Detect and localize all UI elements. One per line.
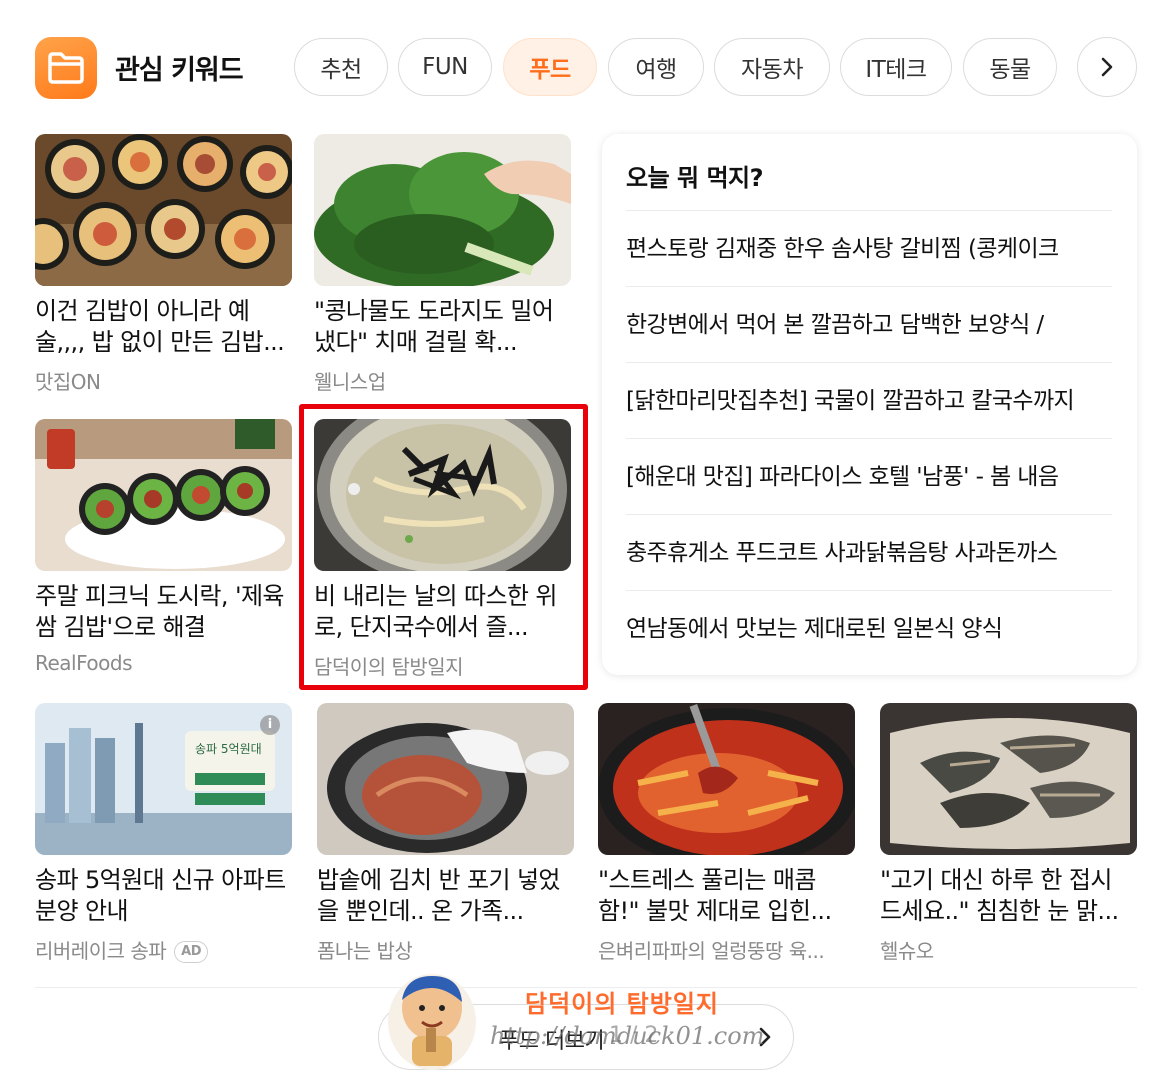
- card-thumbnail: [880, 703, 1137, 855]
- chip-car[interactable]: 자동차: [714, 38, 830, 96]
- chip-food[interactable]: 푸드: [503, 38, 597, 96]
- food-list-panel: 오늘 뭐 먹지? 편스토랑 김재중 한우 솜사탕 갈비찜 (콩케이크 한강변에서…: [602, 134, 1137, 675]
- list-item[interactable]: [해운대 맛집] 파라다이스 호텔 '남풍' - 봄 내음: [626, 438, 1112, 514]
- ad-badge: AD: [174, 941, 209, 963]
- chip-animal[interactable]: 동물: [963, 38, 1057, 96]
- chip-it-tech[interactable]: IT테크: [840, 38, 952, 96]
- list-item[interactable]: 충주휴게소 푸드코트 사과닭볶음탕 사과돈까스: [626, 514, 1112, 590]
- card-title[interactable]: 이건 김밥이 아니라 예술,,,, 밥 없이 만든 김밥...: [35, 296, 292, 358]
- keyword-header: 관심 키워드 추천 FUN 푸드 여행 자동차 IT테크 동물: [0, 0, 1173, 130]
- card-source: 웰니스업: [314, 370, 386, 394]
- card-title[interactable]: 밥솥에 김치 반 포기 넣었을 뿐인데.. 온 가족...: [317, 865, 574, 927]
- chevron-right-icon[interactable]: [1077, 37, 1137, 97]
- list-item[interactable]: 한강변에서 먹어 본 깔끔하고 담백한 보양식 /: [626, 286, 1112, 362]
- highlight-frame: [299, 404, 588, 690]
- list-item[interactable]: [닭한마리맛집추천] 국물이 깔끔하고 칼국수까지: [626, 362, 1112, 438]
- watermark-url: http://damduck01.com: [490, 1022, 765, 1050]
- card-source: 리버레이크 송파 AD: [35, 935, 209, 964]
- watermark-title: 담덕이의 탐방일지: [525, 989, 719, 1018]
- ad-source: 리버레이크 송파: [35, 939, 167, 963]
- card-thumbnail: 송파 5억원대 i: [35, 703, 292, 855]
- card-source: 폼나는 밥상: [317, 939, 413, 963]
- card-thumbnail: [35, 134, 292, 286]
- list-item[interactable]: 편스토랑 김재중 한우 솜사탕 갈비찜 (콩케이크: [626, 210, 1112, 286]
- card-thumbnail: [314, 134, 571, 286]
- chip-recommend[interactable]: 추천: [294, 38, 388, 96]
- card-thumbnail: [35, 419, 292, 571]
- watermark-avatar: [386, 970, 478, 1070]
- card-thumbnail: [598, 703, 855, 855]
- card-thumbnail: [317, 703, 574, 855]
- card-source: 헬슈오: [880, 939, 934, 963]
- chip-travel[interactable]: 여행: [608, 38, 704, 96]
- card-source: 은벼리파파의 얼렁뚱땅 육...: [598, 939, 825, 963]
- card-source: RealFoods: [35, 651, 132, 675]
- chip-fun[interactable]: FUN: [398, 38, 492, 96]
- folder-icon: [35, 37, 97, 99]
- card-title[interactable]: "스트레스 풀리는 매콤함!" 불맛 제대로 입힌...: [598, 865, 855, 927]
- panel-title: 오늘 뭐 먹지?: [626, 164, 764, 192]
- card-source: 맛집ON: [35, 370, 101, 394]
- card-title[interactable]: 주말 피크닉 도시락, '제육쌈 김밥'으로 해결: [35, 581, 292, 643]
- svg-text:송파 5억원대: 송파 5억원대: [195, 742, 262, 756]
- card-title[interactable]: "콩나물도 도라지도 밀어냈다" 치매 걸릴 확...: [314, 296, 571, 358]
- card-title[interactable]: 송파 5억원대 신규 아파트 분양 안내: [35, 865, 292, 927]
- card-title[interactable]: "고기 대신 하루 한 접시 드세요.." 침침한 눈 맑...: [880, 865, 1137, 927]
- list-item[interactable]: 연남동에서 맛보는 제대로된 일본식 양식: [626, 590, 1112, 666]
- info-icon[interactable]: i: [260, 715, 280, 735]
- page-title: 관심 키워드: [115, 55, 244, 86]
